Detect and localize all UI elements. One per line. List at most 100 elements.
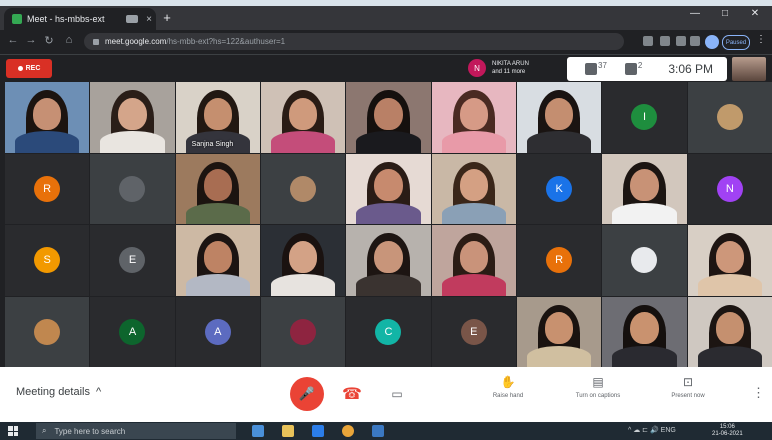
participant-tile[interactable]: K [517,153,602,224]
mic-toggle-button[interactable]: 🎤 [290,377,324,411]
participant-body [356,202,421,224]
participant-tile[interactable] [346,225,431,296]
maximize-button[interactable]: □ [710,8,740,19]
participant-photo [290,318,317,345]
participant-face [203,240,233,273]
presenter-info[interactable]: N NIKITA ARUN and 11 more [468,59,529,77]
participant-tile[interactable] [261,296,346,367]
participant-tile[interactable] [5,296,90,367]
participant-photo [716,104,743,131]
meeting-clock: 3:06 PM [668,62,714,76]
mic-off-icon: 🎤 [298,386,316,401]
participant-tile[interactable] [175,153,260,224]
participant-body [441,131,506,153]
camera-toggle-button[interactable]: ▭ [380,377,414,411]
participant-avatar: N [716,175,743,202]
participant-tile[interactable] [261,225,346,296]
participant-tile[interactable]: Sanjna Singh [175,82,260,153]
participant-tile[interactable] [90,153,175,224]
participant-tile[interactable]: R [517,225,602,296]
participant-body [697,345,762,367]
participant-tile[interactable]: R [5,153,90,224]
sync-paused-badge[interactable]: Paused [722,35,750,50]
rec-label: REC [25,65,41,72]
participant-tile[interactable] [90,82,175,153]
edge-icon[interactable] [312,425,324,437]
participant-tile[interactable]: C [346,296,431,367]
participant-tile[interactable]: I [602,82,687,153]
participant-tile[interactable] [175,225,260,296]
meeting-details-label: Meeting details [16,386,90,398]
store-icon[interactable] [372,425,384,437]
recording-badge: REC [6,59,52,78]
participant-avatar: A [119,318,146,345]
bookmark-star-icon[interactable] [660,36,670,46]
presenter-name: NIKITA ARUN [492,61,529,67]
taskbar-search[interactable]: ⌕ Type here to search [36,423,236,439]
browser-tab-meet[interactable]: Meet - hs-mbbs-ext × [4,8,156,30]
participant-tile[interactable] [517,296,602,367]
participant-tile[interactable] [602,153,687,224]
participant-tile[interactable] [431,82,516,153]
present-now-button[interactable]: ⊡ Present now [653,375,723,399]
captions-button[interactable]: ▤ Turn on captions [563,375,633,399]
meeting-details-button[interactable]: Meeting details ^ [16,386,101,398]
chat-icon[interactable] [624,63,637,75]
close-window-button[interactable]: ✕ [740,8,770,19]
participant-face [374,169,403,202]
extension-icon[interactable] [676,36,686,46]
participant-tile[interactable] [687,296,772,367]
meeting-info-box: 37 2 3:06 PM [567,57,727,81]
participant-tile[interactable] [261,82,346,153]
taskbar-date: 21-06-2021 [712,431,743,437]
home-icon[interactable]: ⌂ [62,34,76,46]
participant-tile[interactable] [687,82,772,153]
file-explorer-icon[interactable] [282,425,294,437]
participant-tile[interactable]: N [687,153,772,224]
camera-permission-icon[interactable] [643,36,653,46]
windows-start-icon[interactable] [8,426,18,436]
leave-call-button[interactable]: ☎ [335,377,369,411]
taskbar-search-placeholder: Type here to search [54,426,126,436]
raise-hand-button[interactable]: ✋ Raise hand [473,375,543,399]
system-tray[interactable]: ^ ☁ ⊏ 🔊 ENG [628,426,676,434]
back-icon[interactable]: ← [6,34,20,46]
url-field[interactable]: meet.google.com /hs-mbb-ext?hs=122&authu… [84,33,624,50]
participant-tile[interactable]: A [90,296,175,367]
participant-tile[interactable] [5,82,90,153]
participant-tile[interactable] [602,225,687,296]
tab-media-icon[interactable] [126,15,138,23]
taskbar-clock[interactable]: 15:06 21-06-2021 [712,424,743,438]
participant-tile[interactable] [346,82,431,153]
self-view-thumbnail[interactable] [732,57,766,81]
more-options-icon[interactable]: ⋮ [752,385,765,401]
participant-tile[interactable] [517,82,602,153]
forward-icon[interactable]: → [24,34,38,46]
participant-tile[interactable]: E [90,225,175,296]
participant-tile[interactable] [602,296,687,367]
participant-face [203,169,233,202]
participant-face [544,312,574,345]
task-view-icon[interactable] [252,425,264,437]
people-icon[interactable] [585,63,597,75]
participant-body [271,131,336,153]
minimize-button[interactable]: — [680,8,710,19]
participant-tile[interactable]: A [175,296,260,367]
search-icon: ⌕ [42,426,47,435]
participant-tile[interactable] [687,225,772,296]
puzzle-icon[interactable] [690,36,700,46]
new-tab-button[interactable]: + [160,10,174,25]
participant-tile[interactable] [431,225,516,296]
browser-menu-icon[interactable]: ⋮ [756,34,766,45]
participant-face [459,97,489,130]
reload-icon[interactable]: ↻ [42,34,56,47]
participant-body [527,131,592,153]
tab-close-icon[interactable]: × [142,14,156,25]
participant-tile[interactable] [346,153,431,224]
participant-tile[interactable]: E [431,296,516,367]
participant-tile[interactable]: S [5,225,90,296]
profile-avatar[interactable] [705,35,719,49]
participant-tile[interactable] [261,153,346,224]
chrome-icon[interactable] [342,425,354,437]
participant-tile[interactable] [431,153,516,224]
